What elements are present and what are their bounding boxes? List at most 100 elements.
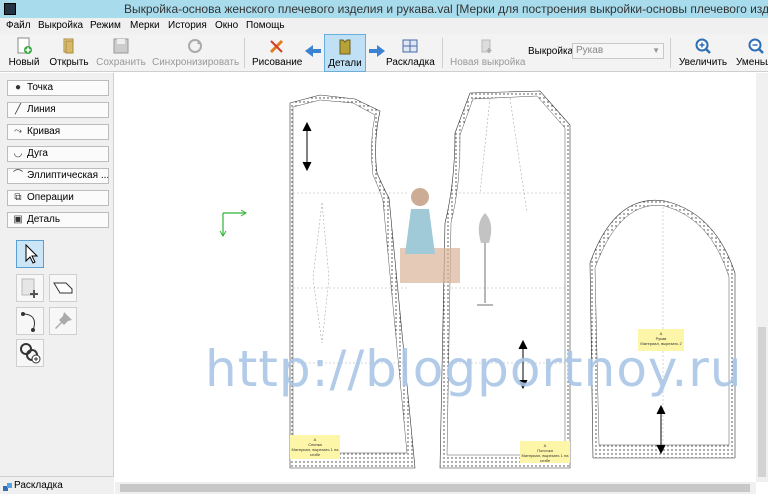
new-pattern-icon [481,39,492,53]
sidebar-item-arc[interactable]: ◡ Дуга [7,146,109,162]
layout-icon [3,481,12,491]
pointer-tool-button[interactable] [16,240,44,268]
pin-icon [55,312,72,329]
sidebar-item-label: Дуга [27,148,48,159]
pencil-ruler-icon [269,39,284,54]
zoom-in-icon [695,38,711,54]
arrow-right-icon [369,45,385,57]
ellipse-icon: ⌒ [13,170,23,181]
pattern-select-label: Выкройка: [528,46,576,57]
pattern-canvas[interactable]: А Спинка Материал, вырезать 1 на сгибе А… [115,73,768,494]
new-detail-tool-button[interactable] [16,274,44,302]
horizontal-scroll-thumb[interactable] [120,484,750,492]
sidebar-item-label: Деталь [27,214,61,225]
sidebar-item-ellipse[interactable]: ⌒ Эллиптическая ... [7,168,109,184]
menu-pattern[interactable]: Выкройка [38,20,83,31]
details-mode-button[interactable]: Детали [324,34,366,72]
sidebar-item-detail[interactable]: ▣ Деталь [7,212,109,228]
sidebar-item-label: Линия [27,104,56,115]
open-button[interactable]: Открыть [48,34,90,72]
details-mode-label: Детали [328,58,362,69]
cursor-arrow-icon [25,243,39,264]
draw-mode-label: Рисование [252,57,303,68]
save-disk-icon [113,38,129,54]
vertical-scrollbar[interactable] [756,73,768,482]
garment-detail-icon [339,39,351,55]
toolbar-separator [670,38,671,68]
open-button-label: Открыть [49,57,89,68]
operations-icon: ⧉ [14,192,22,203]
curve-icon: ⤳ [14,126,22,137]
sidebar-item-label: Точка [27,82,54,93]
axis-icon [219,209,247,237]
new-pattern-button[interactable]: Новая выкройка [450,34,526,72]
pin-tool-button[interactable] [49,307,77,335]
sync-button-label: Синхронизировать [152,57,240,68]
menu-bar: Файл Выкройка Режим Мерки История Окно П… [0,18,768,34]
chevron-down-icon: ▼ [652,46,660,55]
detail-icon: ▣ [13,214,23,225]
zoom-out-icon [748,38,764,54]
open-folder-icon [63,38,74,54]
link-add-icon [20,343,41,364]
menu-history[interactable]: История [168,20,207,31]
toolbar: Новый Открыть Сохранить Синхронизировать… [0,34,768,72]
toolbar-separator [442,38,443,68]
sidebar-item-label: Операции [27,192,74,203]
save-button[interactable]: Сохранить [96,34,146,72]
new-button[interactable]: Новый [6,34,42,72]
pattern-drawing [219,90,736,469]
node-curve-icon [21,312,36,332]
layout-mode-button[interactable]: Раскладка [386,34,435,72]
draw-mode-button[interactable]: Рисование [252,34,302,72]
zoom-out-button[interactable]: Уменьш [734,34,768,72]
horizontal-scrollbar[interactable] [115,482,756,494]
line-icon: ╱ [14,104,22,115]
new-button-label: Новый [8,57,40,68]
back-piece-label: А Спинка Материал, вырезать 1 на сгибе [290,435,340,459]
new-pattern-label: Новая выкройка [450,57,526,68]
layout-bottom-button[interactable]: Раскладка [0,476,114,494]
union-tool-button[interactable] [49,274,77,302]
layout-mode-label: Раскладка [386,57,435,68]
front-piece-label: А Полочка Материал, вырезать 1 на сгибе [520,441,570,463]
menu-mode[interactable]: Режим [90,20,121,31]
layout-grid-icon [402,39,418,53]
detail-add-icon [21,278,38,298]
vertical-scroll-thumb[interactable] [758,327,766,477]
arc-icon: ◡ [13,148,23,159]
front-label-line: Материал, вырезать 1 на сгибе [521,453,569,463]
sidebar-item-operations[interactable]: ⧉ Операции [7,190,109,206]
union-shape-icon [53,282,73,294]
menu-file[interactable]: Файл [6,20,31,31]
zoom-in-button[interactable]: Увеличить [678,34,728,72]
title-bar: Выкройка-основа женского плечевого издел… [0,0,768,18]
point-icon: ● [14,82,22,93]
pattern-select[interactable]: Рукав ▼ [572,43,664,59]
arrow-left-icon [305,45,321,57]
sidebar-item-curve[interactable]: ⤳ Кривая [7,124,109,140]
sidebar-item-line[interactable]: ╱ Линия [7,102,109,118]
sidebar-item-point[interactable]: ● Точка [7,80,109,96]
new-file-icon [17,37,32,54]
sidebar-item-label: Эллиптическая ... [27,170,109,181]
zoom-in-label: Увеличить [678,57,728,68]
back-piece [289,94,416,469]
layout-bottom-label: Раскладка [14,480,63,491]
zoom-out-label: Уменьш [736,57,768,68]
menu-help[interactable]: Помощь [246,20,285,31]
window-title: Выкройка-основа женского плечевого издел… [124,2,768,16]
app-icon [4,3,16,15]
sidebar-item-label: Кривая [27,126,61,137]
sync-icon [188,39,202,53]
sync-button[interactable]: Синхронизировать [152,34,240,72]
tools-sidebar: ● Точка ╱ Линия ⤳ Кривая ◡ Дуга ⌒ Эллиптическ… [0,73,114,494]
menu-measurements[interactable]: Мерки [130,20,160,31]
pattern-select-value: Рукав [576,45,604,56]
group-tool-button[interactable] [16,339,44,367]
save-button-label: Сохранить [96,57,146,68]
menu-window[interactable]: Окно [215,20,238,31]
node-tool-button[interactable] [16,307,44,335]
toolbar-separator [244,38,245,68]
watermark-text: http://blogportnoy.ru [205,340,743,398]
